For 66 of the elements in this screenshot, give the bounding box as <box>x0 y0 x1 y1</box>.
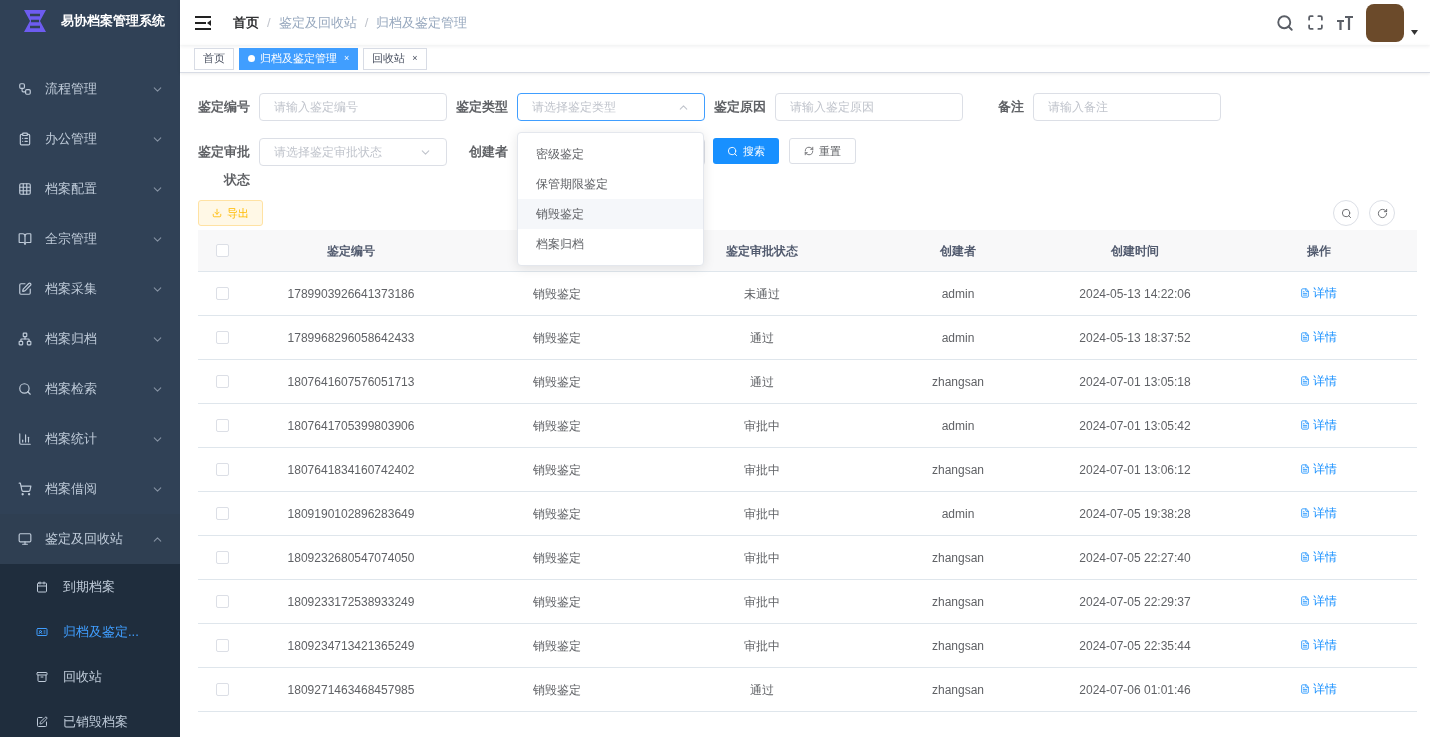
table-cell: 1809190102896283649 <box>287 506 415 521</box>
filter-label: 鉴定审批状态 <box>198 143 250 189</box>
table-cell: admin <box>941 286 975 301</box>
table-cell: 2024-07-01 13:06:12 <box>1079 462 1191 477</box>
table-cell: 审批中 <box>744 418 780 433</box>
table-cell: 2024-07-05 22:29:37 <box>1079 594 1191 609</box>
table-cell: 审批中 <box>744 594 780 609</box>
table-cell: 销毁鉴定 <box>533 550 581 565</box>
table-cell: 通过 <box>750 682 774 697</box>
table-cell: 销毁鉴定 <box>533 462 581 477</box>
table-cell: 1809271463468457985 <box>287 682 415 697</box>
table-cell: admin <box>941 418 975 433</box>
app-title: 易协档案管理系统 <box>61 12 165 31</box>
table-cell: 1809234713421365249 <box>287 638 415 653</box>
table-cell: zhangsan <box>931 594 984 609</box>
table-cell: 2024-07-05 22:35:44 <box>1079 638 1191 653</box>
table-cell: zhangsan <box>931 550 984 565</box>
table-cell: 2024-07-05 19:38:28 <box>1079 506 1191 521</box>
table-cell: 销毁鉴定 <box>533 638 581 653</box>
column-header: 创建时间 <box>1111 243 1159 258</box>
table-cell: 销毁鉴定 <box>533 418 581 433</box>
table-cell: zhangsan <box>931 374 984 389</box>
table-cell: 2024-07-01 13:05:18 <box>1079 374 1191 389</box>
table-cell: 1807641607576051713 <box>287 374 415 389</box>
table-cell: zhangsan <box>931 462 984 477</box>
table-cell: 未通过 <box>744 286 780 301</box>
table-cell: 1809232680547074050 <box>287 550 415 565</box>
column-header: 鉴定编号 <box>327 243 375 258</box>
column-header: 操作 <box>1306 243 1331 258</box>
breadcrumb-item: 归档及鉴定管理 <box>376 13 468 32</box>
table-cell: 销毁鉴定 <box>533 330 581 345</box>
table-cell: 1807641834160742402 <box>287 462 415 477</box>
table-cell: admin <box>941 506 975 521</box>
table-cell: 审批中 <box>744 638 780 653</box>
table-cell: 销毁鉴定 <box>533 594 581 609</box>
table-cell: 审批中 <box>744 550 780 565</box>
table-cell: 1789968296058642433 <box>287 330 415 345</box>
table-cell: 销毁鉴定 <box>533 506 581 521</box>
table-cell: 审批中 <box>744 462 780 477</box>
column-header: 鉴定审批状态 <box>726 243 798 258</box>
table-cell: 通过 <box>750 330 774 345</box>
breadcrumb-item: 鉴定及回收站 <box>278 13 357 32</box>
table-cell: 1809233172538933249 <box>287 594 415 609</box>
table-cell: 1807641705399803906 <box>287 418 415 433</box>
filter-label: 创建者 <box>468 143 508 161</box>
table-cell: 1789903926641373186 <box>287 286 415 301</box>
column-header: 创建者 <box>940 243 976 258</box>
breadcrumb-separator: / <box>364 13 369 32</box>
table-cell: 销毁鉴定 <box>533 682 581 697</box>
table-cell: admin <box>941 330 975 345</box>
table-cell: 2024-07-05 22:27:40 <box>1079 550 1191 565</box>
table-cell: 审批中 <box>744 506 780 521</box>
table-cell: 2024-07-06 01:01:46 <box>1079 682 1191 697</box>
table-cell: 销毁鉴定 <box>533 374 581 389</box>
filter-label: 鉴定原因 <box>714 98 766 116</box>
filter-label: 鉴定类型 <box>456 98 508 116</box>
table-cell: 2024-05-13 14:22:06 <box>1079 286 1191 301</box>
breadcrumb-separator: / <box>267 13 271 32</box>
table-cell: zhangsan <box>931 682 984 697</box>
filter-label: 鉴定编号 <box>198 98 250 116</box>
table-cell: 通过 <box>750 374 774 389</box>
filter-label: 备注 <box>997 98 1024 116</box>
table-cell: 2024-07-01 13:05:42 <box>1079 418 1191 433</box>
table-cell: zhangsan <box>931 638 984 653</box>
table-cell: 2024-05-13 18:37:52 <box>1079 330 1191 345</box>
table-cell: 销毁鉴定 <box>533 286 581 301</box>
